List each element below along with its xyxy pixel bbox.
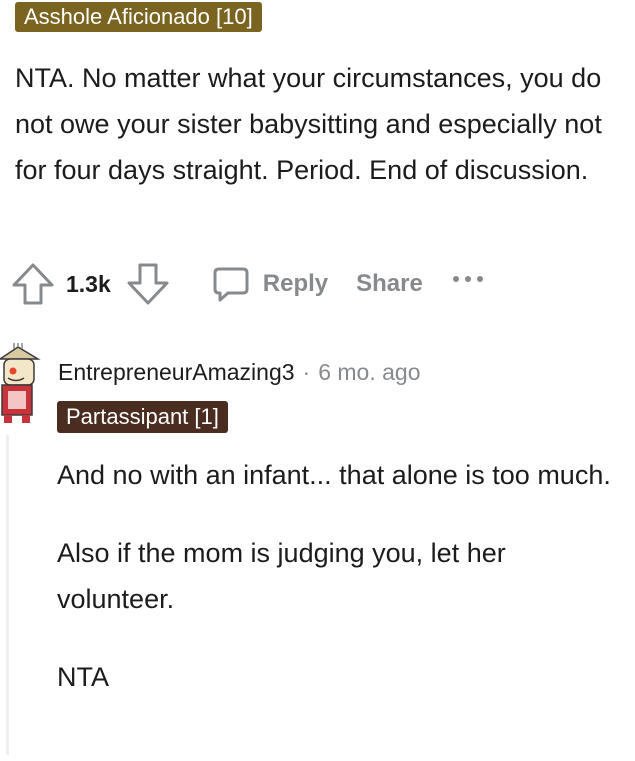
downvote-icon[interactable] — [125, 261, 171, 307]
upvote-icon[interactable] — [10, 261, 56, 307]
username-link[interactable]: EntrepreneurAmazing3 — [58, 359, 295, 386]
comment-paragraph: NTA. No matter what your circumstances, … — [15, 63, 602, 185]
user-flair: Partassipant [1] — [57, 401, 228, 433]
comment-paragraph: Also if the mom is judging you, let her … — [57, 538, 506, 614]
comment-bubble-icon — [213, 267, 249, 302]
share-button[interactable]: Share — [356, 270, 423, 298]
vote-score: 1.3k — [66, 270, 111, 297]
reply-button[interactable]: Reply — [211, 264, 328, 304]
more-dot — [476, 276, 483, 282]
comment-paragraph: And no with an infant... that alone is t… — [57, 460, 611, 490]
avatar[interactable] — [0, 343, 42, 423]
comment-meta: EntrepreneurAmazing3 · 6 mo. ago — [58, 355, 421, 389]
comment-paragraph: NTA — [57, 662, 109, 692]
comment-actions: 1.3k Reply Share — [10, 262, 483, 306]
share-label: Share — [356, 270, 423, 297]
more-dot — [464, 276, 471, 282]
meta-separator: · — [302, 358, 311, 385]
thread-line[interactable] — [6, 435, 9, 755]
comment-body: NTA. No matter what your circumstances, … — [15, 55, 630, 193]
comment-body: And no with an infant... that alone is t… — [57, 452, 627, 732]
reply-label: Reply — [262, 270, 329, 297]
more-dot — [452, 276, 459, 282]
user-flair: Asshole Aficionado [10] — [15, 2, 262, 32]
timestamp[interactable]: 6 mo. ago — [318, 359, 420, 386]
more-options-button[interactable] — [452, 269, 483, 289]
